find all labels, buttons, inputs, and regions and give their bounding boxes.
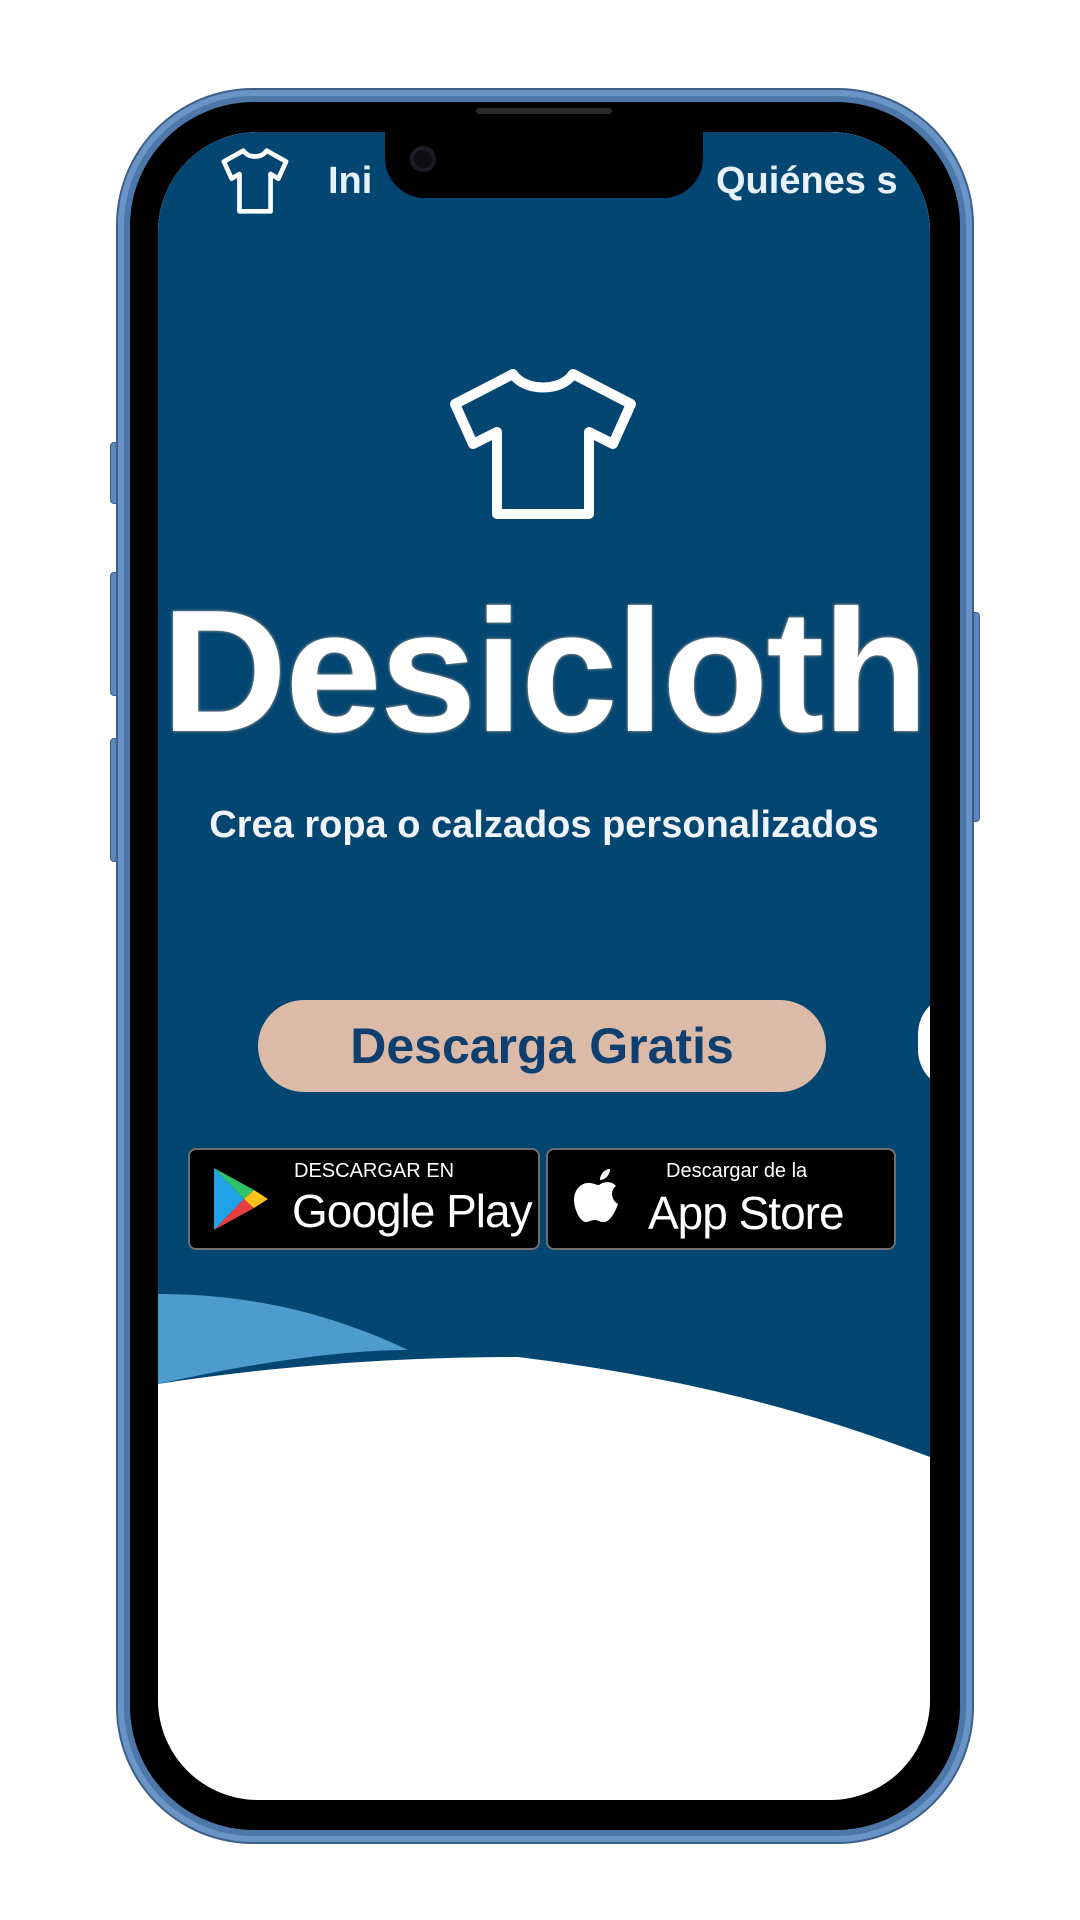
nav-link-quienes[interactable]: Quiénes s [716,160,898,203]
google-play-badge[interactable]: DESCARGAR EN Google Play [188,1148,540,1250]
phone-screen: Ini Quiénes s Desicloth Crea ropa o calz… [158,132,930,1800]
hero-fill [158,132,930,1457]
apple-icon [574,1169,618,1223]
earpiece-speaker [476,108,612,114]
nav-link-inicio[interactable]: Ini [328,160,372,203]
hero-tagline: Crea ropa o calzados personalizados [209,804,879,846]
google-play-icon [214,1168,268,1230]
tshirt-icon[interactable] [216,146,294,216]
app-store-badge[interactable]: Descargar de la App Store [546,1148,896,1250]
front-camera [410,146,436,172]
brand-title: Desicloth [161,573,928,768]
google-play-big-text: Google Play [292,1185,533,1237]
app-store-small-text: Descargar de la [666,1160,808,1182]
download-free-button[interactable]: Descarga Gratis [258,1000,826,1092]
device-mockup: Ini Quiénes s Desicloth Crea ropa o calz… [0,0,1080,1920]
tshirt-icon [450,369,636,519]
app-store-big-text: App Store [648,1187,845,1239]
hero-background [158,132,930,1632]
google-play-small-text: DESCARGAR EN [294,1160,455,1182]
